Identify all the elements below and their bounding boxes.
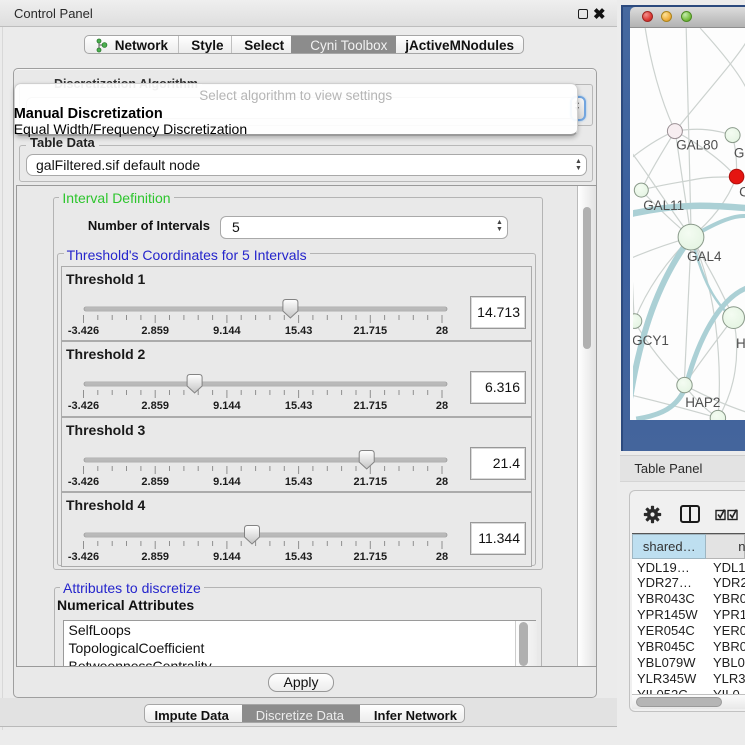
svg-text:28: 28 — [436, 551, 448, 563]
svg-text:15.43: 15.43 — [285, 400, 313, 412]
svg-text:-3.426: -3.426 — [68, 400, 99, 412]
svg-text:-3.426: -3.426 — [68, 476, 99, 488]
svg-text:9.144: 9.144 — [213, 551, 241, 563]
svg-text:21.715: 21.715 — [353, 325, 387, 337]
svg-text:G.: G. — [734, 145, 745, 160]
svg-text:15.43: 15.43 — [285, 551, 313, 563]
svg-text:28: 28 — [436, 400, 448, 412]
svg-text:-3.426: -3.426 — [68, 325, 99, 337]
svg-text:9.144: 9.144 — [213, 400, 241, 412]
svg-text:GAL80: GAL80 — [676, 137, 718, 152]
svg-text:HAP2: HAP2 — [685, 395, 720, 410]
svg-text:28: 28 — [436, 325, 448, 337]
svg-text:GAL4: GAL4 — [687, 249, 722, 264]
svg-text:2.859: 2.859 — [141, 400, 169, 412]
svg-text:2.859: 2.859 — [141, 325, 169, 337]
svg-text:21.715: 21.715 — [353, 551, 387, 563]
svg-text:2.859: 2.859 — [141, 476, 169, 488]
svg-text:28: 28 — [436, 476, 448, 488]
svg-text:2.859: 2.859 — [141, 551, 169, 563]
svg-text:15.43: 15.43 — [285, 325, 313, 337]
svg-text:GAL11: GAL11 — [643, 198, 684, 213]
svg-text:9.144: 9.144 — [213, 476, 241, 488]
svg-text:-3.426: -3.426 — [68, 551, 99, 563]
svg-text:21.715: 21.715 — [353, 400, 387, 412]
svg-text:GCY1: GCY1 — [633, 333, 669, 348]
svg-text:H: H — [736, 336, 745, 351]
svg-text:C: C — [739, 184, 745, 199]
svg-text:15.43: 15.43 — [285, 476, 313, 488]
svg-text:9.144: 9.144 — [213, 325, 241, 337]
svg-text:21.715: 21.715 — [353, 476, 387, 488]
